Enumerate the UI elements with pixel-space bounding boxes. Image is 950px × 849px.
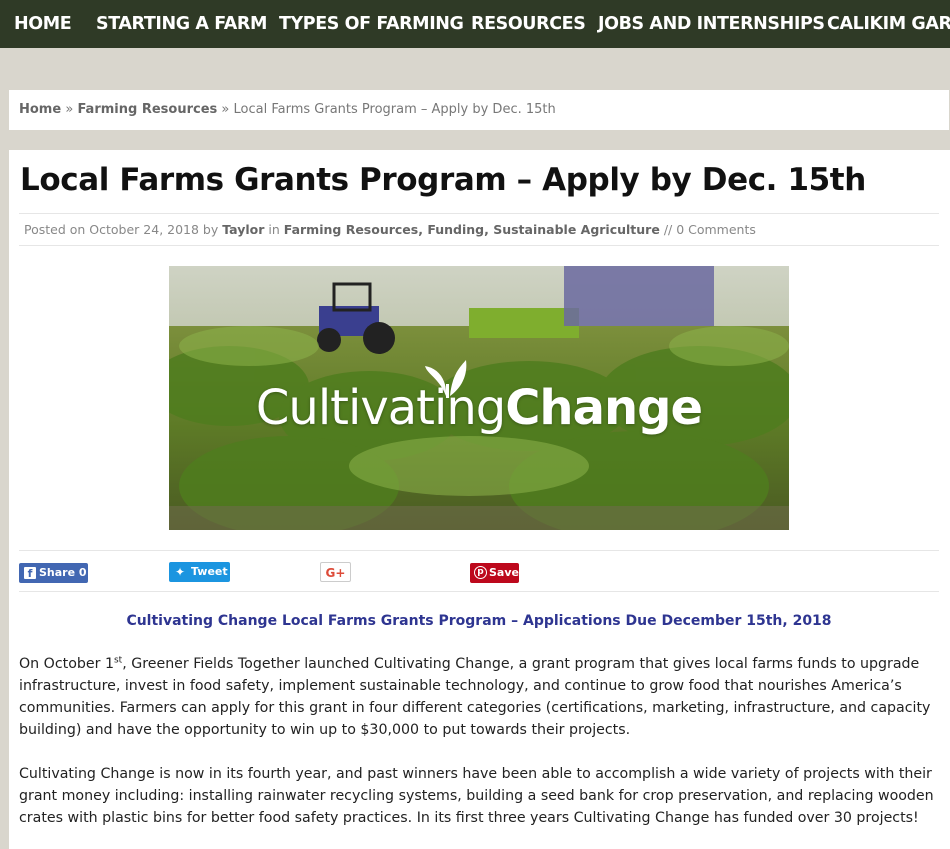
article-paragraph: On October 1st, Greener Fields Together … (19, 653, 944, 741)
page-background-strip (0, 48, 950, 90)
meta-in: in (268, 222, 280, 237)
divider (19, 245, 939, 246)
facebook-share-button[interactable]: f Share 0 (19, 563, 88, 583)
breadcrumb-current: Local Farms Grants Program – Apply by De… (233, 102, 556, 117)
breadcrumb-farming-resources[interactable]: Farming Resources (77, 102, 217, 117)
breadcrumb-home[interactable]: Home (19, 102, 61, 117)
hero-title: CultivatingChange (169, 380, 789, 436)
hero-title-light: Cultivating (255, 380, 506, 436)
hero-image: CultivatingChange (169, 266, 789, 530)
twitter-bird-icon: ✦ (175, 565, 186, 579)
divider (19, 213, 939, 214)
facebook-icon: f (24, 567, 36, 580)
comments-link[interactable]: // 0 Comments (664, 222, 756, 237)
nav-calikim-garden[interactable]: CALIKIM GARD (827, 0, 950, 48)
nav-jobs-and-internships[interactable]: JOBS AND INTERNSHIPS (598, 0, 825, 48)
twitter-tweet-label: Tweet (191, 565, 228, 578)
post-meta: Posted on October 24, 2018 by Taylor in … (24, 222, 756, 237)
pinterest-icon: p (474, 566, 487, 579)
google-plus-button[interactable]: G+ (320, 562, 351, 582)
twitter-tweet-button[interactable]: ✦ Tweet (169, 562, 230, 582)
nav-types-of-farming[interactable]: TYPES OF FARMING (279, 0, 464, 48)
pinterest-save-button[interactable]: p Save (470, 563, 519, 583)
breadcrumb-separator: » (65, 102, 74, 117)
category-links[interactable]: Farming Resources, Funding, Sustainable … (284, 222, 660, 237)
nav-home[interactable]: HOME (14, 0, 72, 48)
post-card: Local Farms Grants Program – Apply by De… (9, 150, 950, 849)
breadcrumb: Home » Farming Resources » Local Farms G… (9, 90, 949, 130)
post-title: Local Farms Grants Program – Apply by De… (20, 162, 866, 198)
pinterest-save-label: Save (489, 566, 519, 579)
divider (19, 550, 939, 551)
paragraph-text: , Greener Fields Together launched Culti… (19, 656, 931, 738)
divider (19, 591, 939, 592)
hero-title-bold: Change (505, 380, 703, 436)
posted-on-date: Posted on October 24, 2018 by (24, 222, 219, 237)
paragraph-text: On October 1 (19, 656, 114, 672)
nav-resources[interactable]: RESOURCES (471, 0, 586, 48)
top-navigation: HOME STARTING A FARM TYPES OF FARMING RE… (0, 0, 950, 48)
farmer-shirt (564, 266, 714, 326)
facebook-share-label: Share 0 (39, 566, 87, 579)
green-wagon (469, 308, 579, 338)
article-paragraph: Cultivating Change is now in its fourth … (19, 766, 934, 826)
ordinal-suffix: st (113, 655, 123, 666)
author-link[interactable]: Taylor (222, 222, 264, 237)
breadcrumb-separator: » (221, 102, 230, 117)
article-subheading: Cultivating Change Local Farms Grants Pr… (126, 613, 832, 629)
nav-starting-a-farm[interactable]: STARTING A FARM (96, 0, 267, 48)
